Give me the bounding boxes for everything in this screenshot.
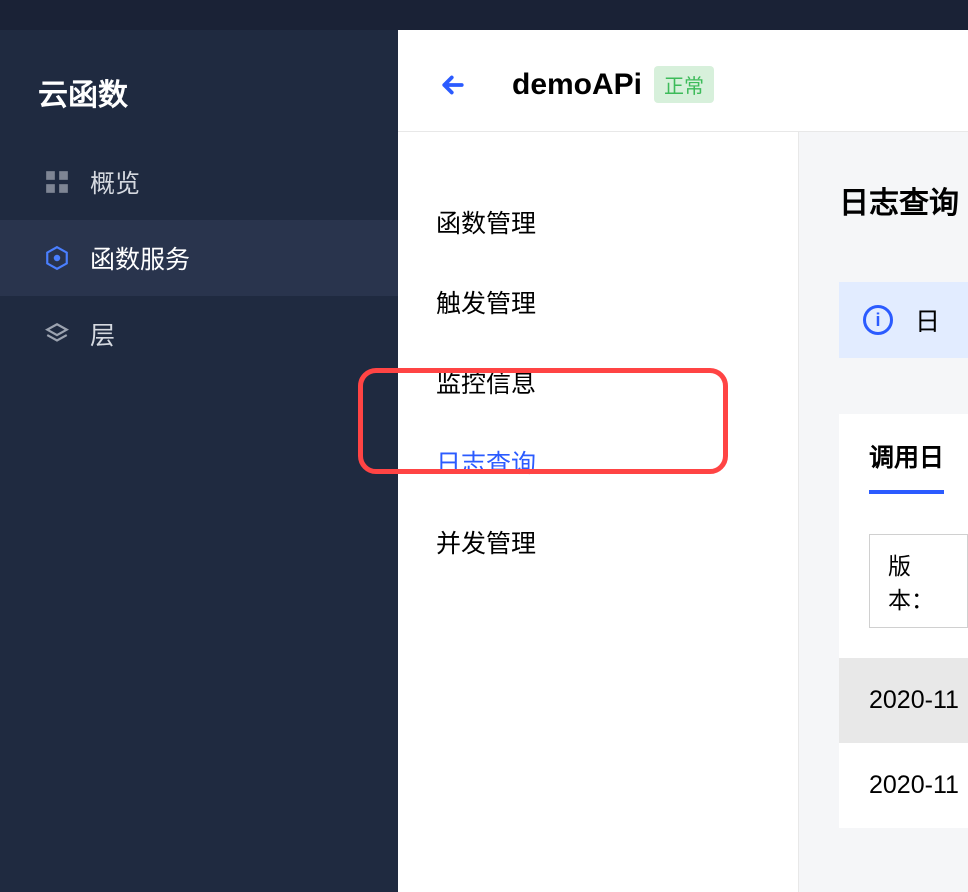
subnav-label: 日志查询 <box>436 450 536 478</box>
sidebar-item-label: 层 <box>90 316 115 352</box>
date-text: 2020-11 <box>869 686 959 714</box>
sidebar-title: 云函数 <box>0 30 398 144</box>
date-row[interactable]: 2020-11 <box>839 658 968 743</box>
sidebar-item-function-service[interactable]: 函数服务 <box>0 220 398 296</box>
subnav-item-log-query[interactable]: 日志查询 <box>398 422 798 502</box>
right-panel: 日志查询 i 日 调用日 版本： 2020-11 202 <box>798 132 968 892</box>
info-bar: i 日 <box>839 282 968 358</box>
sidebar-item-overview[interactable]: 概览 <box>0 144 398 220</box>
date-row[interactable]: 2020-11 <box>839 743 968 828</box>
sidebar-item-label: 概览 <box>90 164 140 200</box>
date-list: 2020-11 2020-11 <box>839 658 968 828</box>
top-bar <box>0 0 968 30</box>
tab-call-log[interactable]: 调用日 <box>869 438 944 494</box>
main-container: 云函数 概览 函数服务 <box>0 30 968 892</box>
sidebar: 云函数 概览 函数服务 <box>0 30 398 892</box>
sidebar-item-layers[interactable]: 层 <box>0 296 398 372</box>
info-text: 日 <box>915 302 940 338</box>
sidebar-item-label: 函数服务 <box>90 240 190 276</box>
subnav-label: 并发管理 <box>436 530 536 558</box>
subnav-item-function-mgmt[interactable]: 函数管理 <box>398 182 798 262</box>
sub-nav: 函数管理 触发管理 监控信息 日志查询 并发管理 <box>398 132 798 892</box>
subnav-item-trigger-mgmt[interactable]: 触发管理 <box>398 262 798 342</box>
panel-title: 日志查询 <box>839 178 968 222</box>
subnav-label: 触发管理 <box>436 290 536 318</box>
header: demoAPi 正常 <box>398 30 968 132</box>
status-badge: 正常 <box>654 66 714 103</box>
tab-section: 调用日 <box>839 414 968 494</box>
subnav-label: 函数管理 <box>436 210 536 238</box>
content-body: 函数管理 触发管理 监控信息 日志查询 并发管理 日志查询 <box>398 132 968 892</box>
back-arrow-icon[interactable] <box>438 70 468 100</box>
info-icon: i <box>863 305 893 335</box>
subnav-item-concurrency-mgmt[interactable]: 并发管理 <box>398 502 798 582</box>
version-select[interactable]: 版本： <box>869 534 968 628</box>
grid-icon <box>42 167 72 197</box>
layers-icon <box>42 319 72 349</box>
hexagon-icon <box>42 243 72 273</box>
content: demoAPi 正常 函数管理 触发管理 监控信息 日志查询 并发管理 <box>398 30 968 892</box>
date-text: 2020-11 <box>869 771 959 799</box>
subnav-item-monitor-info[interactable]: 监控信息 <box>398 342 798 422</box>
header-title: demoAPi <box>512 68 642 102</box>
subnav-label: 监控信息 <box>436 370 536 398</box>
version-row: 版本： <box>839 494 968 658</box>
